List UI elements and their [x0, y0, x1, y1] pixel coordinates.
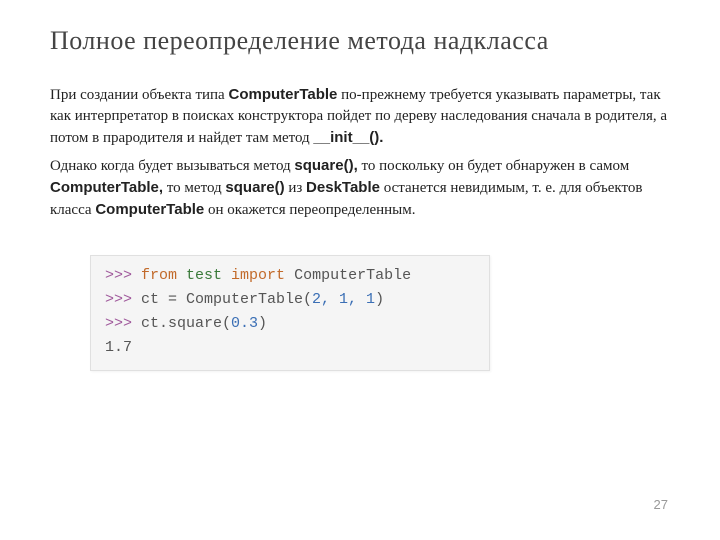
- text: то поскольку он будет обнаружен в самом: [358, 158, 629, 174]
- code-line-1: >>> from test import ComputerTable: [105, 264, 475, 288]
- prompt: >>>: [105, 267, 141, 284]
- text: При создании объекта типа: [50, 87, 228, 103]
- body-text: При создании объекта типа ComputerTable …: [50, 84, 670, 221]
- code-line-3: >>> ct.square(0.3): [105, 312, 475, 336]
- code-text: ): [375, 291, 384, 308]
- slide-title: Полное переопределение метода надкласса: [50, 26, 670, 56]
- bold-init: __init__().: [313, 129, 383, 146]
- number-literal: 0.3: [231, 315, 258, 332]
- bold-computertable: ComputerTable: [228, 86, 337, 103]
- text: он окажется переопределенным.: [204, 202, 415, 218]
- text: то метод: [163, 180, 225, 196]
- module-name: test: [177, 267, 231, 284]
- slide: Полное переопределение метода надкласса …: [0, 0, 720, 540]
- bold-computertable: ComputerTable,: [50, 179, 163, 196]
- code-text: ct = ComputerTable(: [141, 291, 312, 308]
- class-name: ComputerTable: [285, 267, 411, 284]
- bold-square: square(),: [294, 157, 357, 174]
- paragraph-2: Однако когда будет вызываться метод squa…: [50, 155, 670, 221]
- paragraph-1: При создании объекта типа ComputerTable …: [50, 84, 670, 149]
- text: из: [285, 180, 306, 196]
- prompt: >>>: [105, 291, 141, 308]
- bold-computertable: ComputerTable: [95, 201, 204, 218]
- bold-square: square(): [225, 179, 284, 196]
- code-text: ): [258, 315, 267, 332]
- code-line-2: >>> ct = ComputerTable(2, 1, 1): [105, 288, 475, 312]
- prompt: >>>: [105, 315, 141, 332]
- number-literal: 2, 1, 1: [312, 291, 375, 308]
- keyword-import: import: [231, 267, 285, 284]
- keyword-from: from: [141, 267, 177, 284]
- code-line-4: 1.7: [105, 336, 475, 360]
- code-text: ct.square(: [141, 315, 231, 332]
- code-block: >>> from test import ComputerTable >>> c…: [90, 255, 490, 371]
- output-value: 1.7: [105, 339, 132, 356]
- page-number: 27: [654, 497, 668, 512]
- text: Однако когда будет вызываться метод: [50, 158, 294, 174]
- bold-desktable: DeskTable: [306, 179, 380, 196]
